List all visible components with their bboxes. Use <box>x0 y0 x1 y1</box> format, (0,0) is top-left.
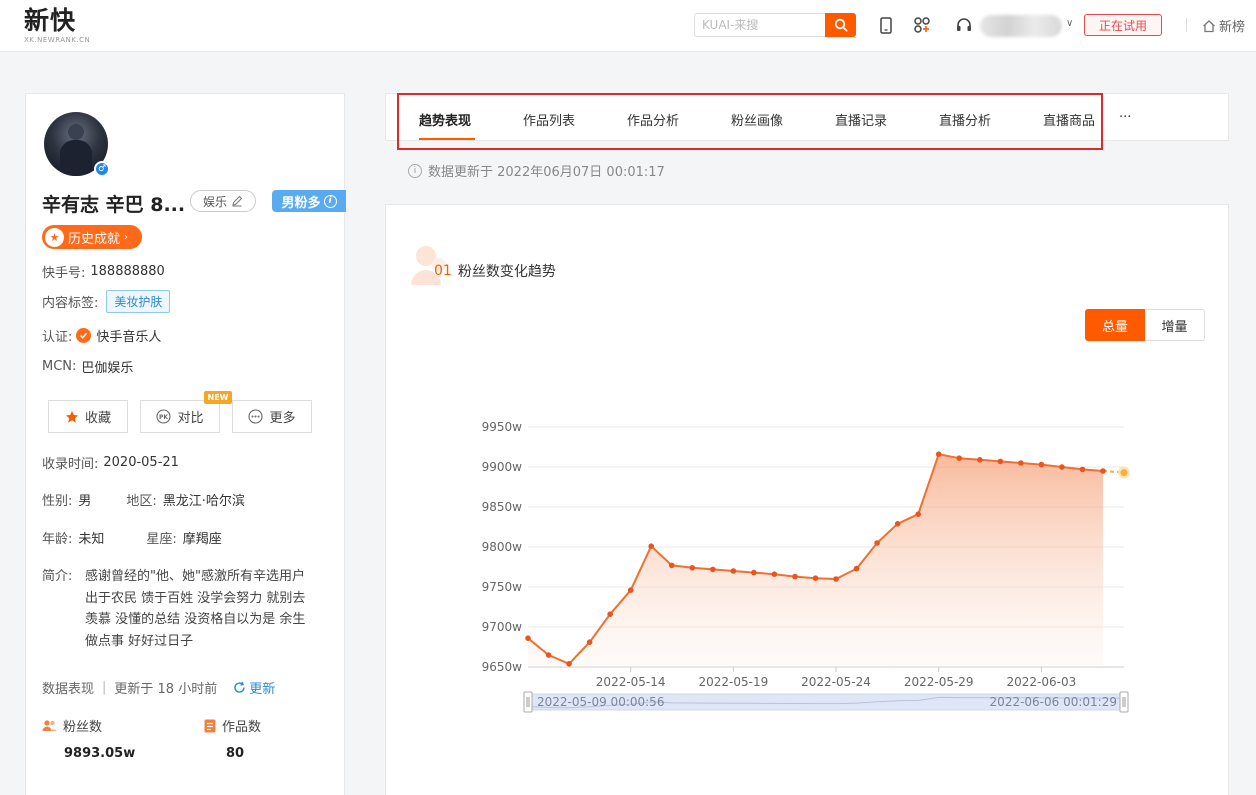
fans-trend-chart: 9650w 9700w 9750w 9800w 9850w 9900w 9950w 2022… <box>482 420 1130 713</box>
y-tick-label: 9750w <box>482 580 523 594</box>
area-fill <box>528 454 1103 667</box>
data-point <box>976 457 983 463</box>
data-point <box>689 565 696 571</box>
data-point <box>545 652 552 658</box>
projection-point <box>1120 469 1128 477</box>
data-point <box>792 573 798 580</box>
data-point <box>668 562 675 569</box>
data-point <box>874 540 880 546</box>
y-tick-label: 9800w <box>482 540 523 554</box>
data-point <box>935 451 942 458</box>
y-tick-label: 9900w <box>482 460 523 474</box>
y-tick-label: 9850w <box>482 500 523 514</box>
data-point <box>751 569 757 576</box>
data-point <box>566 661 572 667</box>
data-point <box>833 576 839 582</box>
data-point <box>607 611 613 617</box>
x-tick-label: 2022-06-03 <box>1007 675 1077 689</box>
x-tick-label: 2022-05-24 <box>801 675 871 689</box>
x-tick-label: 2022-05-19 <box>698 675 768 689</box>
zoom-handle-right[interactable] <box>1119 691 1129 713</box>
data-point <box>525 635 531 641</box>
data-point <box>648 543 655 549</box>
zoom-end-label: 2022-06-06 00:01:29 <box>990 695 1117 709</box>
x-tick-label: 2022-05-14 <box>596 675 666 689</box>
y-tick-label: 9950w <box>482 420 523 434</box>
y-tick-label: 9650w <box>482 660 523 674</box>
data-point <box>853 565 860 572</box>
data-point <box>627 587 634 593</box>
data-point <box>1018 460 1024 466</box>
data-point <box>894 521 901 527</box>
data-point <box>771 571 778 577</box>
data-point <box>915 511 921 517</box>
data-point <box>1059 464 1065 470</box>
x-tick-label: 2022-05-29 <box>904 675 974 689</box>
data-point <box>1100 468 1106 474</box>
data-point <box>1038 461 1045 468</box>
data-point <box>812 575 819 581</box>
y-tick-label: 9700w <box>482 620 523 634</box>
data-point <box>710 566 716 573</box>
data-point <box>997 458 1004 465</box>
zoom-handle-left[interactable] <box>523 691 533 713</box>
data-point <box>956 455 963 462</box>
data-point <box>586 639 593 645</box>
data-point <box>1079 466 1086 473</box>
zoom-start-label: 2022-05-09 00:00:56 <box>537 695 664 709</box>
data-point <box>730 568 737 574</box>
